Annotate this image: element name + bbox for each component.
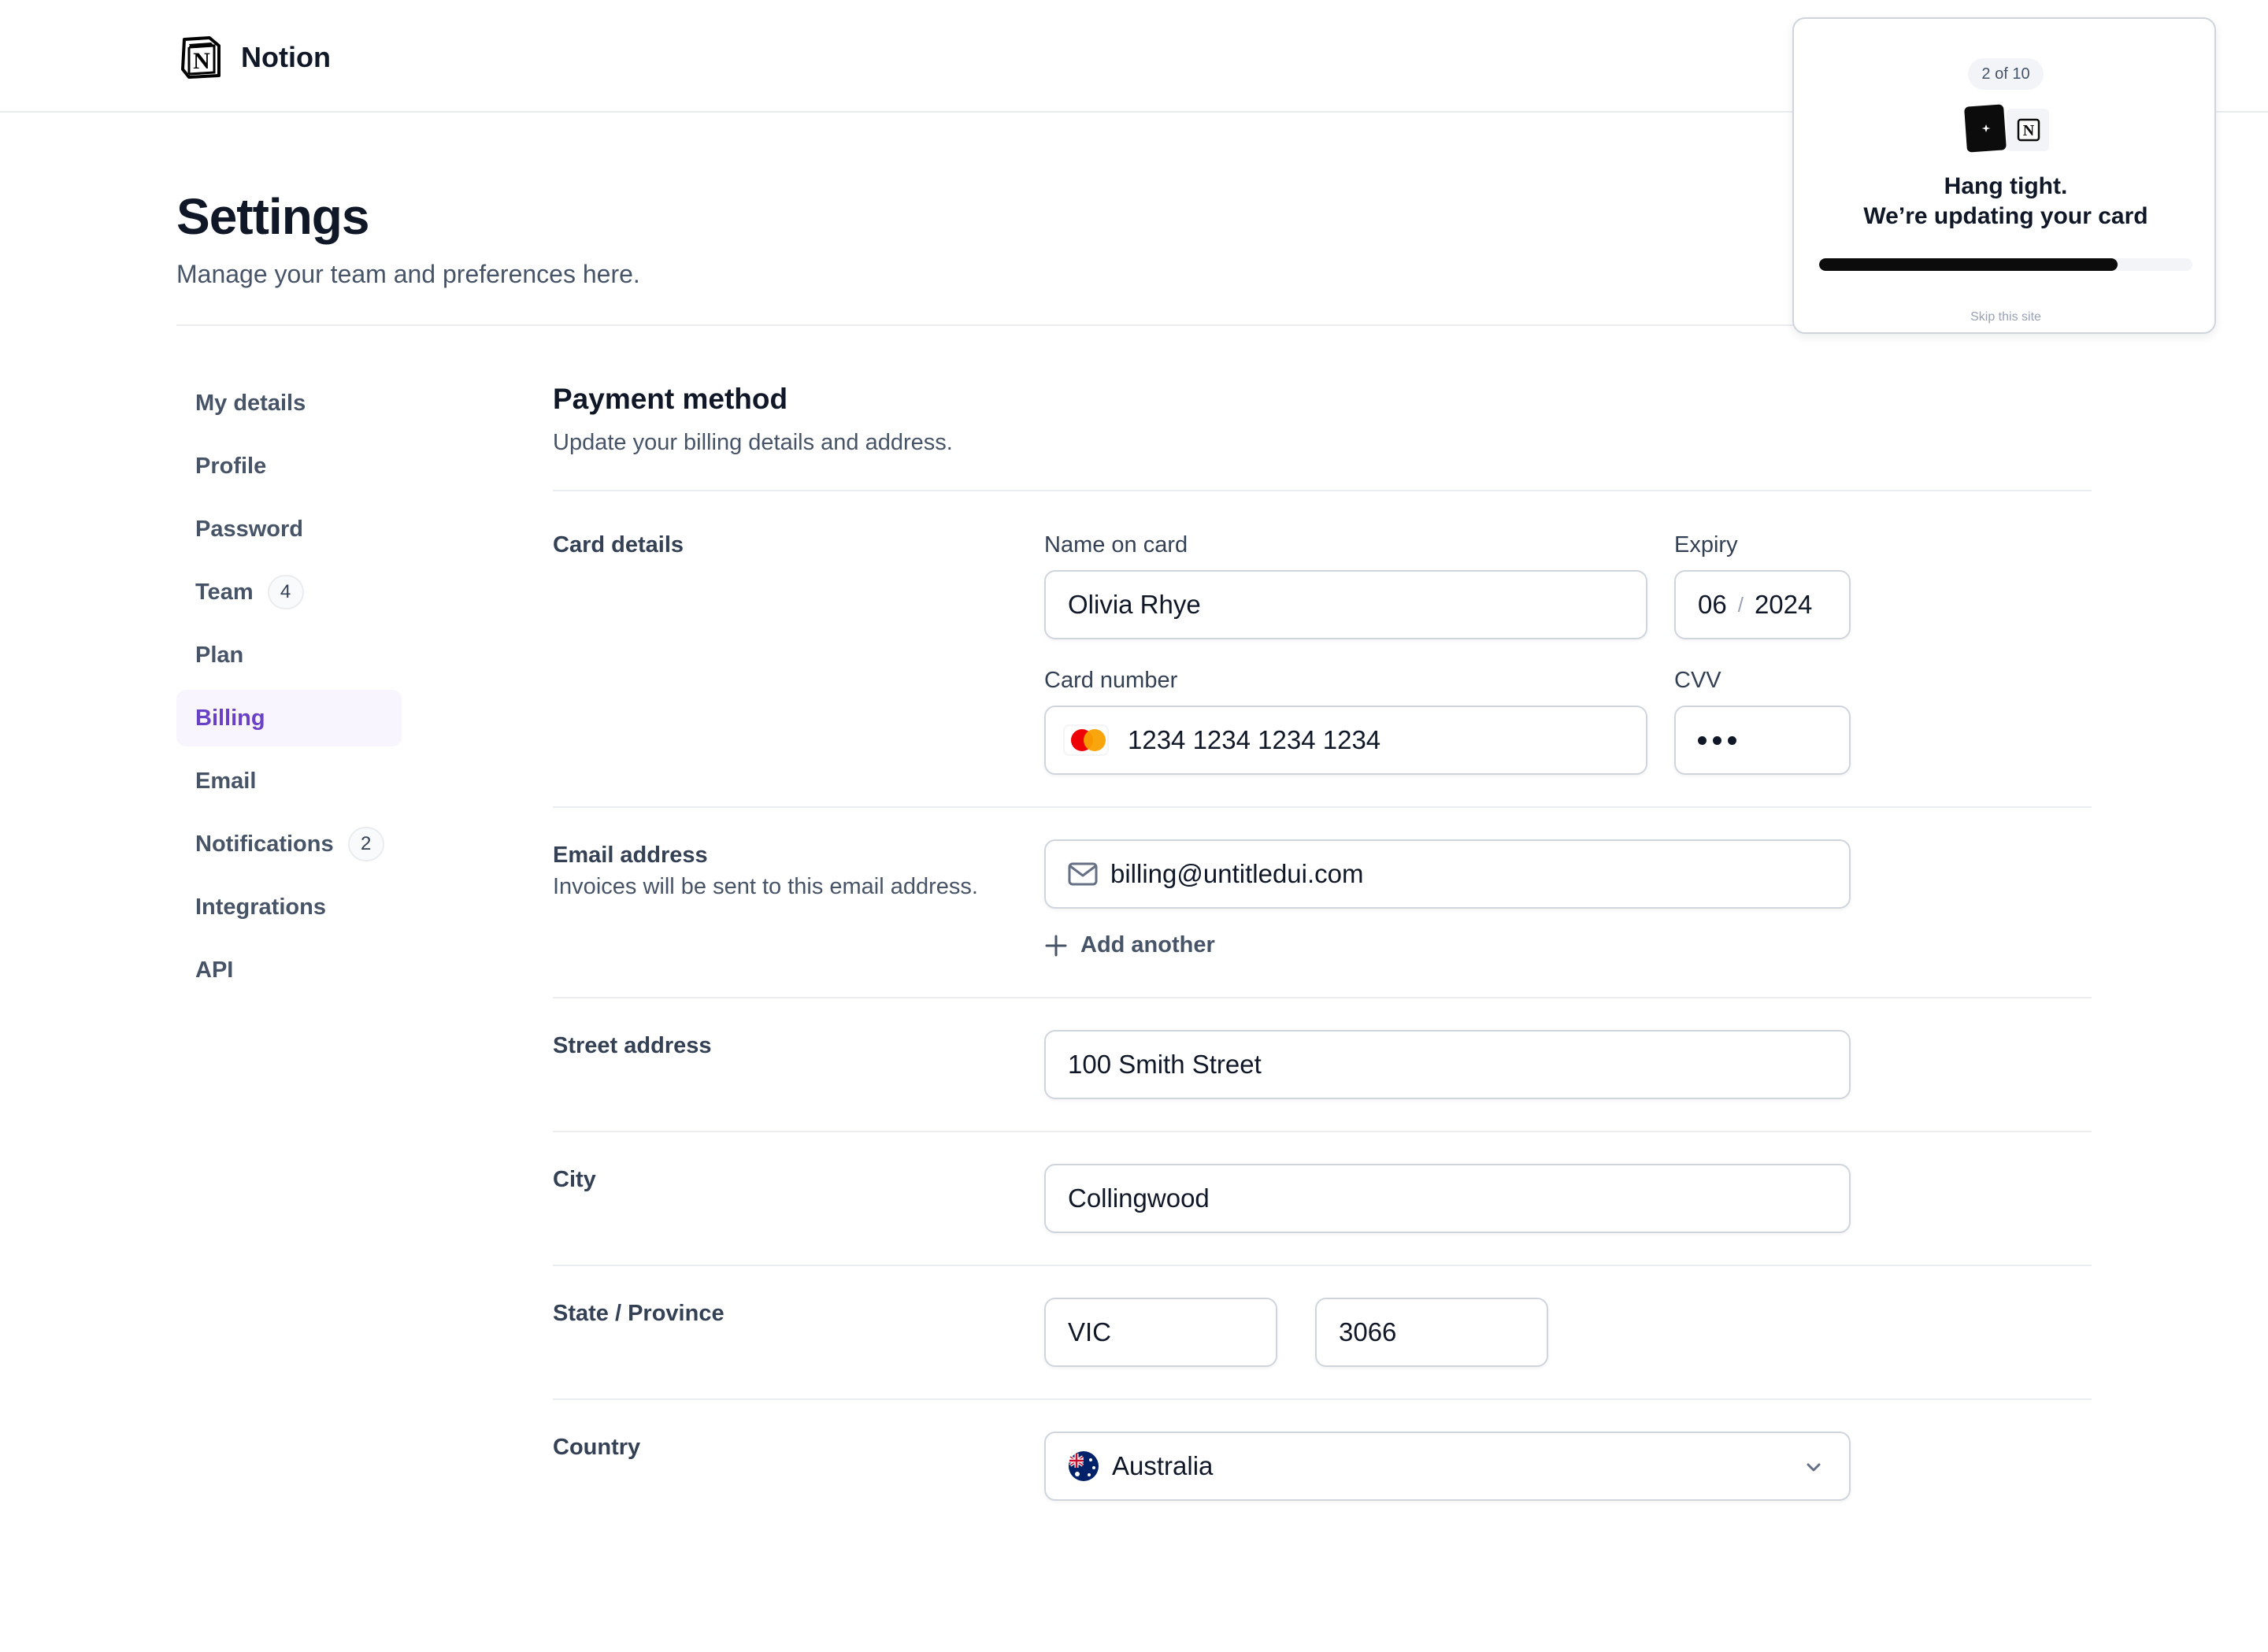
- page-title: Settings: [176, 188, 369, 245]
- skip-site-link[interactable]: Skip this site: [1794, 310, 2218, 324]
- card-number-input[interactable]: 1234 1234 1234 1234: [1044, 706, 1647, 775]
- australia-flag-icon: [1069, 1451, 1099, 1481]
- postcode-value: 3066: [1339, 1317, 1397, 1346]
- mastercard-icon: [1063, 724, 1109, 756]
- city-value: Collingwood: [1068, 1183, 1210, 1213]
- row-divider: [553, 1131, 2092, 1132]
- city-input[interactable]: Collingwood: [1044, 1164, 1851, 1233]
- expiry-year: 2024: [1754, 590, 1813, 619]
- section-subtitle: Update your billing details and address.: [553, 430, 953, 455]
- expiry-input[interactable]: 06 / 2024: [1674, 570, 1851, 639]
- card-update-overlay: 2 of 10 N Hang tight. We’re updating you…: [1792, 17, 2216, 334]
- sidebar-item-billing[interactable]: Billing: [176, 690, 402, 746]
- state-province-label: State / Province: [553, 1301, 724, 1326]
- update-progress-fill: [1819, 258, 2118, 271]
- sidebar-item-profile[interactable]: Profile: [176, 438, 402, 494]
- expiry-month: 06: [1698, 590, 1727, 619]
- street-address-input[interactable]: 100 Smith Street: [1044, 1030, 1851, 1099]
- overlay-title-line1: Hang tight.: [1944, 173, 2068, 199]
- state-input[interactable]: VIC: [1044, 1298, 1277, 1367]
- settings-sidebar: My details Profile Password Team 4 Plan B…: [176, 375, 402, 1005]
- country-value: Australia: [1112, 1451, 1214, 1480]
- section-title: Payment method: [553, 383, 788, 415]
- sidebar-item-label: Integrations: [195, 894, 326, 920]
- email-value: billing@untitledui.com: [1110, 859, 1364, 888]
- sidebar-item-email[interactable]: Email: [176, 753, 402, 809]
- sidebar-item-api[interactable]: API: [176, 942, 402, 998]
- sidebar-item-notifications[interactable]: Notifications 2: [176, 816, 402, 872]
- cvv-input[interactable]: [1674, 706, 1851, 775]
- sidebar-item-team[interactable]: Team 4: [176, 564, 402, 620]
- name-on-card-input[interactable]: Olivia Rhye: [1044, 570, 1647, 639]
- country-select[interactable]: Australia: [1044, 1432, 1851, 1501]
- sidebar-item-integrations[interactable]: Integrations: [176, 879, 402, 935]
- sidebar-item-label: Password: [195, 516, 303, 542]
- row-divider: [553, 1265, 2092, 1266]
- update-progress-bar: [1819, 258, 2192, 271]
- email-input[interactable]: billing@untitledui.com: [1044, 839, 1851, 909]
- card-number-label: Card number: [1044, 668, 1178, 693]
- add-another-label: Add another: [1080, 932, 1215, 957]
- sidebar-item-label: Email: [195, 768, 257, 794]
- plus-icon: [1045, 935, 1067, 956]
- card-number-value: 1234 1234 1234 1234: [1128, 725, 1381, 754]
- chevron-down-icon: [1807, 1463, 1821, 1472]
- svg-text:N: N: [2023, 122, 2035, 139]
- email-address-hint: Invoices will be sent to this email addr…: [553, 874, 978, 899]
- city-label: City: [553, 1167, 596, 1192]
- sidebar-item-label: Profile: [195, 453, 267, 479]
- sidebar-item-plan[interactable]: Plan: [176, 627, 402, 683]
- mail-icon: [1068, 862, 1098, 886]
- sidebar-item-my-details[interactable]: My details: [176, 375, 402, 432]
- add-another-button[interactable]: Add another: [1044, 932, 1215, 958]
- app-logos-icon: N: [1964, 104, 2049, 153]
- brand[interactable]: N Notion: [178, 35, 331, 80]
- sidebar-item-label: Billing: [195, 705, 265, 731]
- row-divider: [553, 1398, 2092, 1400]
- name-on-card-value: Olivia Rhye: [1068, 590, 1201, 619]
- svg-text:N: N: [193, 48, 210, 74]
- sidebar-item-label: Team: [195, 579, 254, 605]
- cvv-label: CVV: [1674, 668, 1721, 693]
- overlay-title-line2: We’re updating your card: [1863, 203, 2148, 229]
- sidebar-item-label: API: [195, 957, 234, 983]
- street-address-label: Street address: [553, 1033, 712, 1058]
- country-label: Country: [553, 1435, 641, 1460]
- row-divider: [553, 806, 2092, 808]
- sidebar-item-label: Plan: [195, 642, 244, 668]
- postcode-input[interactable]: 3066: [1315, 1298, 1548, 1367]
- sidebar-item-label: Notifications: [195, 831, 334, 857]
- expiry-label: Expiry: [1674, 532, 1738, 557]
- row-divider: [553, 997, 2092, 998]
- expiry-separator: /: [1737, 592, 1744, 617]
- cvv-masked-value: [1698, 735, 1736, 745]
- card-details-label: Card details: [553, 532, 684, 557]
- step-indicator: 2 of 10: [1968, 58, 2044, 90]
- email-address-label: Email address: [553, 843, 708, 868]
- name-on-card-label: Name on card: [1044, 532, 1188, 557]
- notifications-count-badge: 2: [347, 827, 384, 861]
- team-count-badge: 4: [267, 575, 304, 609]
- sidebar-item-password[interactable]: Password: [176, 501, 402, 557]
- notion-logo-icon: N: [181, 36, 220, 79]
- sidebar-item-label: My details: [195, 390, 306, 416]
- section-divider: [553, 490, 2092, 491]
- street-address-value: 100 Smith Street: [1068, 1050, 1262, 1079]
- state-value: VIC: [1068, 1317, 1112, 1346]
- page-subtitle: Manage your team and preferences here.: [176, 260, 640, 288]
- brand-name: Notion: [241, 41, 331, 73]
